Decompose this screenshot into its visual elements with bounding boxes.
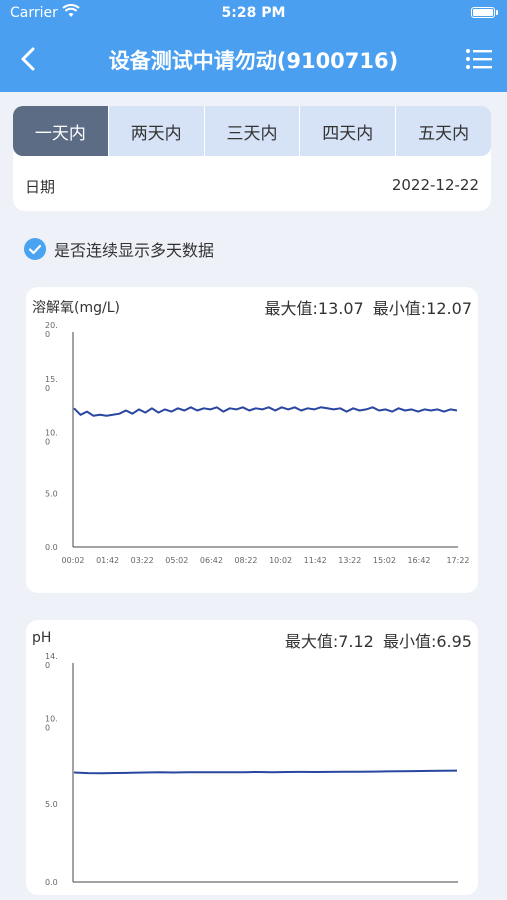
dissolved-oxygen-plot: 0.0 5.0 10. 0 15. 0 20. 0 00:02 01:42 03:22 05:02 06…	[45, 321, 470, 565]
series-line	[73, 406, 458, 417]
back-button[interactable]	[14, 44, 44, 74]
x-tick-label: 17:22	[446, 556, 469, 565]
tab-four-days[interactable]: 四天内	[300, 106, 397, 156]
nav-bar: 设备测试中请勿动(9100716)	[0, 26, 507, 92]
day-range-tabs: 一天内 两天内 三天内 四天内 五天内	[13, 106, 491, 156]
x-tick-label: 06:42	[200, 556, 223, 565]
date-row[interactable]: 日期 2022-12-22	[25, 176, 479, 197]
tab-one-day[interactable]: 一天内	[13, 106, 109, 156]
y-tick-label: 5.0	[45, 800, 58, 809]
y-tick-label: 5.0	[45, 489, 58, 498]
ph-chart-card: pH 最大值:7.12 最小值:6.95 0.0 5.0 10. 0 14. 0	[26, 620, 478, 895]
x-tick-label: 10:02	[269, 556, 292, 565]
list-menu-icon	[466, 49, 492, 69]
clock: 5:28 PM	[221, 5, 286, 21]
x-tick-label: 11:42	[304, 556, 327, 565]
x-tick-label: 13:22	[338, 556, 361, 565]
y-tick-label: 14. 0	[45, 652, 58, 670]
ph-plot: 0.0 5.0 10. 0 14. 0	[45, 652, 458, 887]
battery-icon	[471, 7, 498, 18]
menu-button[interactable]	[465, 46, 493, 72]
tab-two-days[interactable]: 两天内	[109, 106, 205, 156]
y-tick-label: 15. 0	[45, 375, 58, 393]
date-range-card: 一天内 两天内 三天内 四天内 五天内 日期 2022-12-22	[13, 106, 491, 211]
x-tick-label: 16:42	[407, 556, 430, 565]
chevron-left-icon	[21, 47, 35, 71]
tab-three-days[interactable]: 三天内	[205, 106, 301, 156]
continuous-display-label: 是否连续显示多天数据	[54, 241, 215, 260]
checkbox-checked-icon[interactable]	[24, 238, 46, 260]
y-tick-label: 20. 0	[45, 321, 58, 339]
y-tick-label: 10. 0	[45, 429, 58, 447]
y-tick-label: 10. 0	[45, 715, 58, 733]
x-tick-label: 08:22	[234, 556, 257, 565]
tab-five-days[interactable]: 五天内	[396, 106, 491, 156]
status-bar: Carrier 5:28 PM	[0, 0, 507, 26]
x-tick-label: 05:02	[165, 556, 188, 565]
continuous-display-option[interactable]: 是否连续显示多天数据	[24, 236, 214, 262]
y-tick-label: 0.0	[45, 878, 58, 887]
date-label: 日期	[25, 178, 56, 196]
x-tick-label: 00:02	[61, 556, 84, 565]
x-tick-label: 15:02	[373, 556, 396, 565]
y-tick-label: 0.0	[45, 543, 58, 552]
x-tick-label: 01:42	[96, 556, 119, 565]
series-line	[73, 769, 458, 775]
x-tick-label: 03:22	[131, 556, 154, 565]
dissolved-oxygen-chart-card: 溶解氧(mg/L) 最大值:13.07 最小值:12.07 0.0 5.0 10. 0…	[26, 287, 478, 593]
date-value[interactable]: 2022-12-22	[392, 176, 479, 194]
page-title: 设备测试中请勿动(9100716)	[108, 49, 399, 73]
